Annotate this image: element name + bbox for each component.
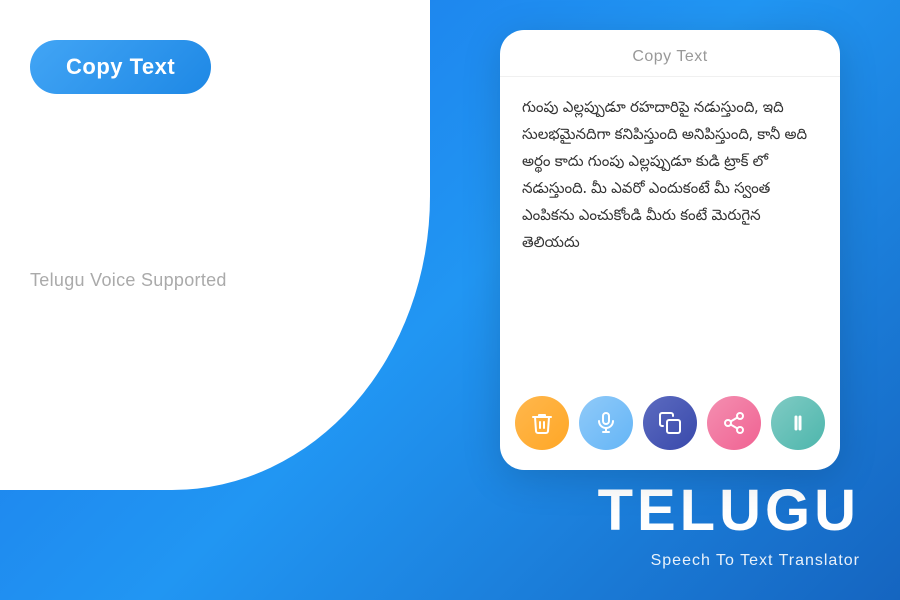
trash-icon [530,411,554,435]
telugu-voice-label: Telugu Voice Supported [30,270,227,291]
share-button[interactable] [707,396,761,450]
card-actions [500,380,840,470]
card-title: Copy Text [632,48,707,65]
copy-icon [658,411,682,435]
brand-title: TELUGU [598,482,860,540]
share-icon [722,411,746,435]
mic-icon [594,411,618,435]
copy-text-badge: Copy Text [30,40,211,94]
main-card: Copy Text గుంపు ఎల్లప్పుడూ రహదారిపై నడుస… [500,30,840,470]
card-body: గుంపు ఎల్లప్పుడూ రహదారిపై నడుస్తుంది, ఇద… [500,77,840,380]
pause-icon [786,411,810,435]
pause-button[interactable] [771,396,825,450]
mic-button[interactable] [579,396,633,450]
delete-button[interactable] [515,396,569,450]
telugu-text: గుంపు ఎల్లప్పుడూ రహదారిపై నడుస్తుంది, ఇద… [522,97,818,259]
card-header: Copy Text [500,30,840,77]
copy-button[interactable] [643,396,697,450]
brand-subtitle: Speech To Text Translator [651,552,860,570]
